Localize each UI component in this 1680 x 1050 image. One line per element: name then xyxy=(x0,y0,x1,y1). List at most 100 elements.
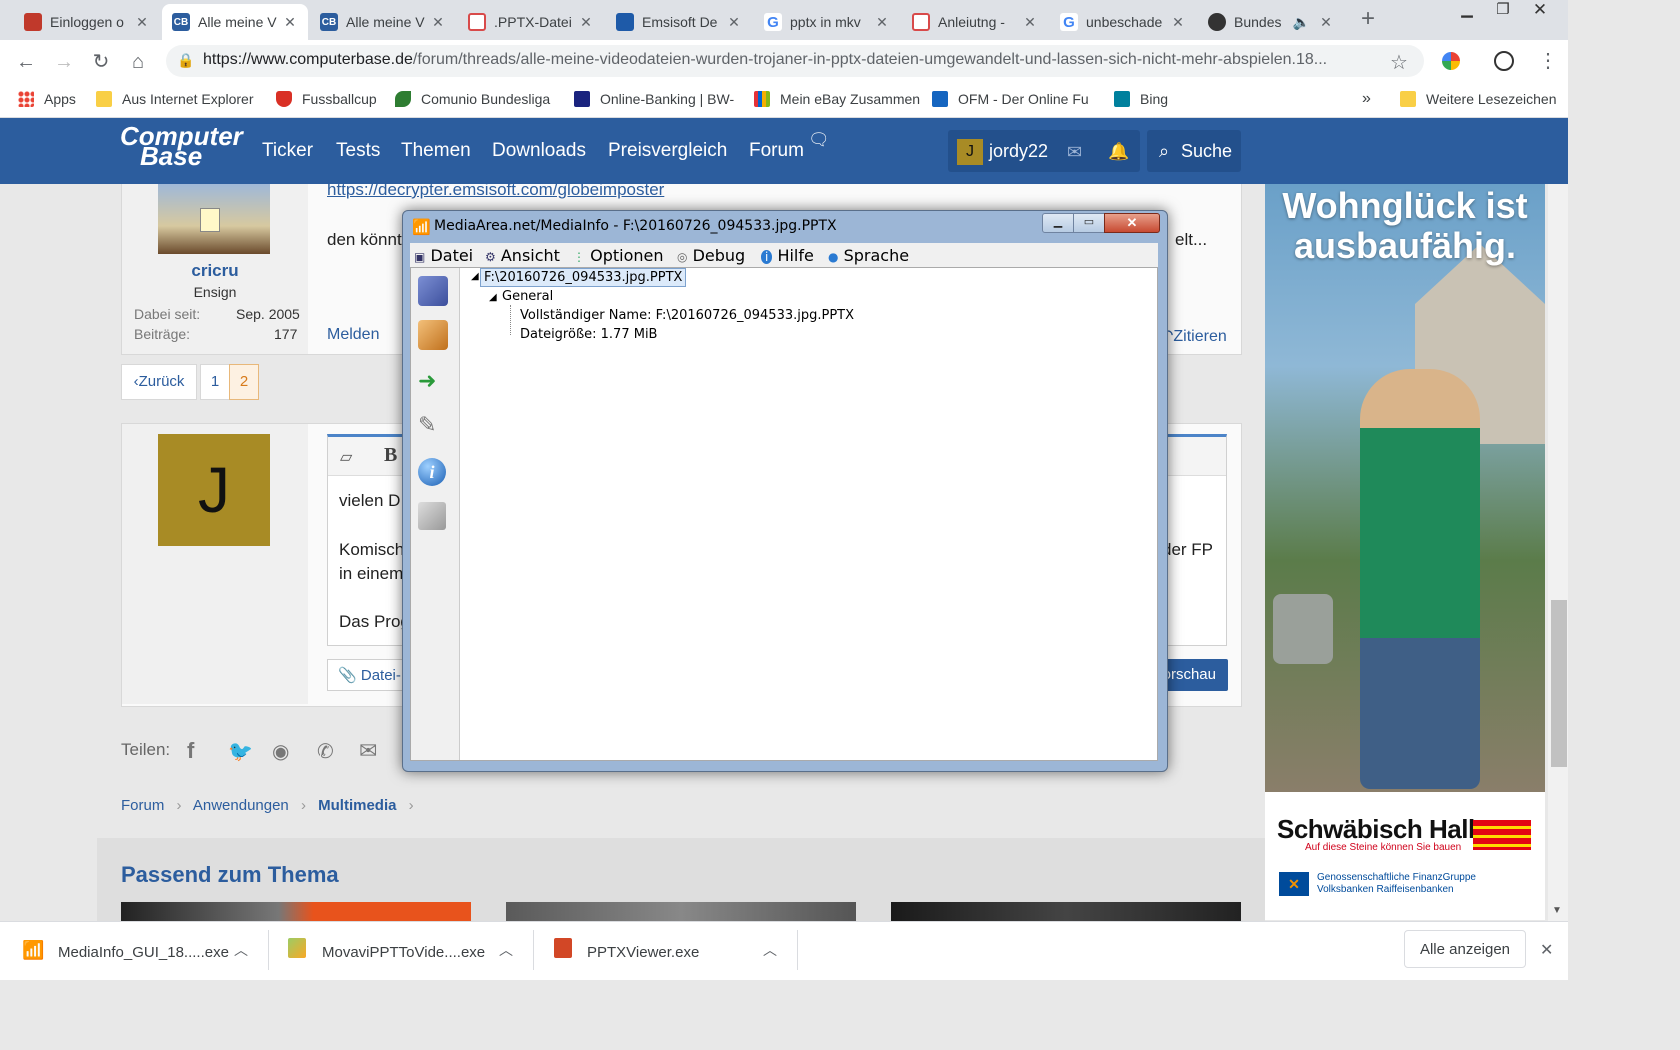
tab-unbeschadet[interactable]: G unbeschade ✕ xyxy=(1050,4,1196,40)
mediainfo-maximize-button[interactable]: ▭ xyxy=(1073,213,1105,233)
facebook-icon[interactable]: f xyxy=(187,738,194,764)
lock-icon[interactable]: 🔒 xyxy=(177,52,194,69)
about-info-icon[interactable]: i xyxy=(418,458,446,486)
bookmark-bing[interactable]: Bing xyxy=(1114,89,1168,109)
breadcrumb-forum[interactable]: Forum xyxy=(121,797,164,814)
bookmark-online-banking[interactable]: Online-Banking | BW- xyxy=(574,89,734,109)
bookmark-comunio[interactable]: Comunio Bundesliga xyxy=(395,89,550,109)
tab-einloggen[interactable]: Einloggen o ✕ xyxy=(14,4,160,40)
close-icon[interactable]: ✕ xyxy=(430,14,446,31)
menu-ansicht[interactable]: ⚙ Ansicht xyxy=(485,246,560,265)
twitter-icon[interactable]: 🐦 xyxy=(228,739,253,764)
envelope-icon[interactable]: ✉ xyxy=(1067,142,1082,163)
whatsapp-icon[interactable]: ✆ xyxy=(317,739,334,764)
tab-pptx-datei[interactable]: .PPTX-Datei ✕ xyxy=(458,4,604,40)
tab-emsisoft[interactable]: Emsisoft De ✕ xyxy=(606,4,752,40)
bookmark-ebay[interactable]: Mein eBay Zusammen xyxy=(754,89,920,109)
author-name[interactable]: cricru xyxy=(122,261,308,281)
tree-root-file[interactable]: F:\20160726_094533.jpg.PPTX xyxy=(480,268,687,287)
tree-item-file-size[interactable]: Dateigröße: 1.77 MiB xyxy=(520,327,657,342)
eraser-icon[interactable]: ▱ xyxy=(340,447,352,467)
bookmark-ofm[interactable]: OFM - Der Online Fu xyxy=(932,89,1089,109)
open-file-icon[interactable] xyxy=(418,276,448,306)
menu-sprache[interactable]: ● Sprache xyxy=(828,246,909,265)
close-icon[interactable]: ✕ xyxy=(578,14,594,31)
menu-debug[interactable]: ◎ Debug xyxy=(677,246,745,265)
scroll-down-arrow-icon[interactable]: ▼ xyxy=(1552,905,1562,916)
close-icon[interactable]: ✕ xyxy=(134,14,150,31)
user-avatar-small[interactable]: J xyxy=(957,139,983,165)
forward-arrow-icon[interactable]: → xyxy=(50,48,78,76)
close-downloads-bar-icon[interactable]: ✕ xyxy=(1540,940,1553,960)
chevron-up-icon[interactable]: ︿ xyxy=(499,940,513,960)
computerbase-logo[interactable]: Computer Base xyxy=(120,123,243,169)
reload-icon[interactable]: ↻ xyxy=(87,48,115,76)
breadcrumb-anwendungen[interactable]: Anwendungen xyxy=(193,797,289,814)
profile-avatar-icon[interactable] xyxy=(1494,51,1514,71)
nav-downloads[interactable]: Downloads xyxy=(492,140,586,162)
tab-bundes[interactable]: Bundes 🔈 ✕ xyxy=(1198,4,1344,40)
report-link[interactable]: Melden xyxy=(327,326,379,344)
url-text[interactable]: https://www.computerbase.de/forum/thread… xyxy=(203,51,1383,69)
tab-pptx-in-mkv[interactable]: G pptx in mkv ✕ xyxy=(754,4,900,40)
bookmark-aus-internet-explorer[interactable]: Aus Internet Explorer xyxy=(96,89,254,109)
close-icon[interactable]: ✕ xyxy=(726,14,742,31)
pagination-page-2-current[interactable]: 2 xyxy=(229,364,259,400)
bell-icon[interactable]: 🔔 xyxy=(1108,142,1129,162)
user-avatar[interactable]: J xyxy=(158,434,270,546)
nav-preisvergleich[interactable]: Preisvergleich xyxy=(608,140,727,162)
nav-ticker[interactable]: Ticker xyxy=(262,140,313,162)
export-icon[interactable]: ➜ xyxy=(418,368,436,394)
close-icon[interactable]: ✕ xyxy=(282,14,298,31)
tree-expander-icon[interactable]: ◢ xyxy=(471,271,479,282)
chevron-up-icon[interactable]: ︿ xyxy=(234,940,248,960)
email-icon[interactable]: ✉ xyxy=(359,738,377,764)
menu-datei[interactable]: ▣ Datei xyxy=(414,246,473,265)
tree-section-general[interactable]: General xyxy=(502,289,553,304)
close-icon[interactable]: ✕ xyxy=(1170,14,1186,31)
tree-expander-icon[interactable]: ◢ xyxy=(489,292,497,303)
speaker-icon[interactable]: 🔈 xyxy=(1293,14,1310,31)
bookmark-other-folder[interactable]: Weitere Lesezeichen xyxy=(1400,89,1556,109)
maximize-window-button[interactable]: ❐ xyxy=(1486,0,1520,22)
nav-tests[interactable]: Tests xyxy=(336,140,380,162)
menu-hilfe[interactable]: i Hilfe xyxy=(761,246,814,265)
preferences-icon[interactable]: ✎ xyxy=(418,412,436,438)
bookmark-fussballcup[interactable]: Fussballcup xyxy=(276,89,377,109)
download-item-pptxviewer[interactable]: PPTXViewer.exe xyxy=(587,944,699,961)
close-window-button[interactable]: ✕ xyxy=(1520,0,1560,22)
advertisement[interactable]: Wohnglück ist ausbaufähig. Schwäbisch Ha… xyxy=(1265,184,1545,920)
extension-icon[interactable] xyxy=(1442,52,1460,70)
quote-link[interactable]: ↶Zitieren xyxy=(1160,326,1227,346)
related-article-image[interactable] xyxy=(506,902,856,921)
pagination-back-button[interactable]: ‹Zurück xyxy=(121,364,197,400)
username[interactable]: jordy22 xyxy=(989,141,1048,162)
menu-kebab-icon[interactable]: ⋮ xyxy=(1538,48,1558,73)
download-item-movavi[interactable]: MovaviPPTToVide....exe xyxy=(322,944,485,961)
related-article-image[interactable] xyxy=(121,902,471,921)
bold-button[interactable]: B xyxy=(384,444,397,467)
nav-forum[interactable]: Forum xyxy=(749,140,804,162)
bookmark-star-icon[interactable]: ☆ xyxy=(1390,50,1408,75)
tree-item-full-name[interactable]: Vollständiger Name: F:\20160726_094533.j… xyxy=(520,308,854,323)
tab-alle-meine-active[interactable]: CB Alle meine V ✕ xyxy=(162,4,308,40)
tab-alle-meine[interactable]: CB Alle meine V ✕ xyxy=(310,4,456,40)
menu-optionen[interactable]: ⋮ Optionen xyxy=(573,246,663,265)
mediainfo-close-button[interactable]: ✕ xyxy=(1104,213,1160,233)
pagination-page-1[interactable]: 1 xyxy=(200,364,230,400)
nav-themen[interactable]: Themen xyxy=(401,140,471,162)
close-icon[interactable]: ✕ xyxy=(1318,14,1334,31)
knowledge-base-icon[interactable] xyxy=(418,502,446,530)
chevron-up-icon[interactable]: ︿ xyxy=(763,940,777,960)
open-folder-icon[interactable] xyxy=(418,320,448,350)
breadcrumb-multimedia[interactable]: Multimedia xyxy=(318,797,396,814)
back-arrow-icon[interactable]: ← xyxy=(12,48,40,76)
bookmark-apps[interactable]: Apps xyxy=(18,89,76,109)
author-avatar[interactable] xyxy=(158,184,270,254)
mediainfo-minimize-button[interactable]: ▁ xyxy=(1042,213,1074,233)
close-icon[interactable]: ✕ xyxy=(1022,14,1038,31)
reddit-icon[interactable]: ◉ xyxy=(272,739,289,764)
more-bookmarks-chevron-icon[interactable]: » xyxy=(1362,89,1371,109)
download-item-mediainfo[interactable]: MediaInfo_GUI_18.....exe xyxy=(58,944,229,961)
tab-anleitung[interactable]: Anleiutng - ✕ xyxy=(902,4,1048,40)
